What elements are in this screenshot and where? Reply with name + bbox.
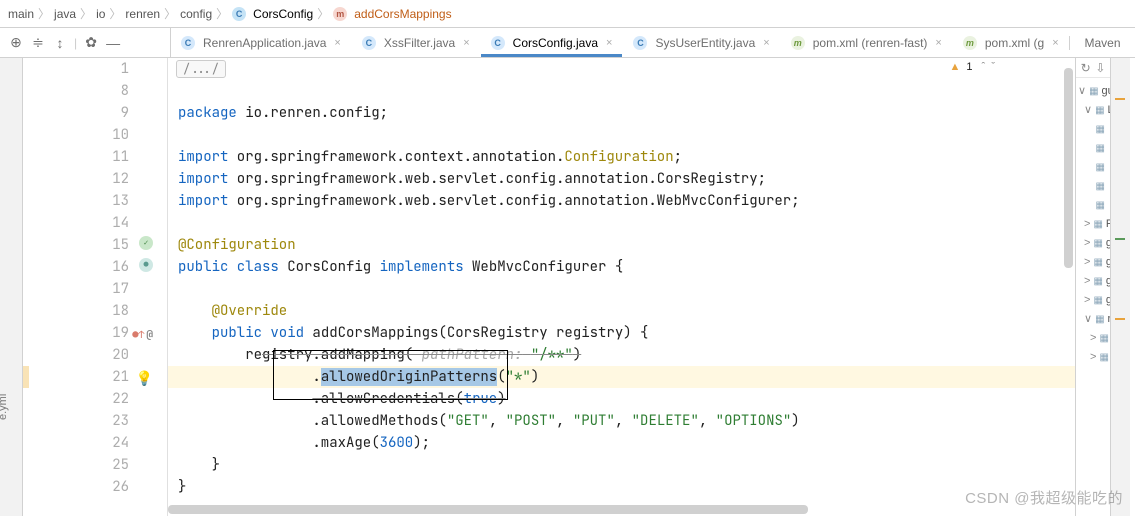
settings-icon[interactable]: ✿	[83, 35, 99, 51]
class-icon: C	[232, 7, 246, 21]
java-icon: C	[491, 36, 505, 50]
fold-marker[interactable]: /.../	[176, 60, 226, 78]
tab-renren-application[interactable]: CRenrenApplication.java×	[171, 28, 352, 57]
tree-node[interactable]: ∨▦guli	[1078, 82, 1108, 101]
bc-method[interactable]: addCorsMappings	[354, 7, 451, 21]
tree-node[interactable]: ∨▦L	[1078, 101, 1108, 120]
tab-xssfilter[interactable]: CXssFilter.java×	[352, 28, 481, 57]
horizontal-scrollbar[interactable]	[168, 502, 1075, 516]
maven-tool[interactable]: Maven	[1069, 36, 1135, 50]
tree-node[interactable]: ▦	[1078, 158, 1108, 177]
tree-node[interactable]: ▦	[1078, 139, 1108, 158]
xml-icon: m	[963, 36, 977, 50]
method-icon: m	[333, 7, 347, 21]
tree-node[interactable]: >▦guli	[1078, 234, 1108, 253]
left-tool-rail: e.yml	[0, 58, 23, 516]
java-icon: C	[362, 36, 376, 50]
tab-pom-renren[interactable]: mpom.xml (renren-fast)×	[781, 28, 953, 57]
collapse-icon[interactable]: ↕	[52, 35, 68, 51]
tree-node[interactable]: >▦F	[1078, 215, 1108, 234]
tree-node[interactable]: >▦guli	[1078, 272, 1108, 291]
at-icon: @	[146, 324, 153, 346]
override-up-icon[interactable]: ●↑	[132, 324, 144, 346]
code-area[interactable]: /.../ package io.renren.config; import o…	[168, 58, 1075, 516]
tree-node[interactable]: >▦	[1078, 329, 1108, 348]
spring-icon[interactable]: ✓	[139, 236, 153, 250]
bc-renren[interactable]: renren	[125, 7, 160, 21]
close-icon[interactable]: ×	[763, 37, 769, 49]
intention-bulb-icon[interactable]: 💡	[136, 368, 153, 390]
tab-pom-g[interactable]: mpom.xml (g×	[953, 28, 1069, 57]
expand-icon[interactable]: ≑	[30, 35, 46, 51]
java-icon: C	[633, 36, 647, 50]
target-icon[interactable]: ⊕	[8, 35, 24, 51]
marker-bar[interactable]	[1110, 58, 1130, 516]
watermark: CSDN @我超级能吃的	[965, 487, 1123, 508]
close-icon[interactable]: ×	[463, 37, 469, 49]
bc-class[interactable]: CorsConfig	[253, 7, 313, 21]
left-rail-file[interactable]: e.yml	[0, 394, 9, 420]
project-tree[interactable]: ↻⇩ ∨▦guli∨▦L▦▦▦▦▦>▦F>▦guli>▦guli>▦guli>▦…	[1076, 58, 1110, 516]
close-icon[interactable]: ×	[1052, 37, 1058, 49]
gutter[interactable]: 1 8 9 10 11 12 13 14 15✓ 16● 17 18 19●↑@…	[23, 58, 168, 516]
vertical-scrollbar[interactable]	[1061, 58, 1075, 496]
bean-icon[interactable]: ●	[139, 258, 153, 272]
tree-node[interactable]: >▦C	[1078, 348, 1108, 367]
refresh-icon[interactable]: ↻	[1081, 61, 1091, 75]
bc-main[interactable]: main	[8, 7, 34, 21]
toolbar: ⊕ ≑ ↕ | ✿ — CRenrenApplication.java× CXs…	[0, 28, 1135, 58]
xml-icon: m	[791, 36, 805, 50]
tree-node[interactable]: ▦	[1078, 120, 1108, 139]
close-icon[interactable]: ×	[334, 37, 340, 49]
breadcrumb: main〉 java〉 io〉 renren〉 config〉 C CorsCo…	[0, 0, 1135, 28]
tree-node[interactable]: ∨▦renr	[1078, 310, 1108, 329]
bc-config[interactable]: config	[180, 7, 212, 21]
tree-node[interactable]: >▦guli	[1078, 291, 1108, 310]
tree-node[interactable]: ▦	[1078, 196, 1108, 215]
tree-node[interactable]: ▦	[1078, 177, 1108, 196]
tab-sysuserentity[interactable]: CSysUserEntity.java×	[623, 28, 780, 57]
tab-corsconfig[interactable]: CCorsConfig.java×	[481, 28, 624, 57]
hide-icon[interactable]: —	[105, 35, 121, 51]
bc-java[interactable]: java	[54, 7, 76, 21]
close-icon[interactable]: ×	[606, 37, 612, 49]
bc-io[interactable]: io	[96, 7, 105, 21]
java-icon: C	[181, 36, 195, 50]
editor[interactable]: ▲ 1 ˆ ˇ 1 8 9 10 11 12 13 14 15✓ 16● 17 …	[23, 58, 1075, 516]
editor-tabs: CRenrenApplication.java× CXssFilter.java…	[170, 28, 1069, 57]
close-icon[interactable]: ×	[935, 37, 941, 49]
download-icon[interactable]: ⇩	[1095, 61, 1105, 75]
tree-node[interactable]: >▦guli	[1078, 253, 1108, 272]
